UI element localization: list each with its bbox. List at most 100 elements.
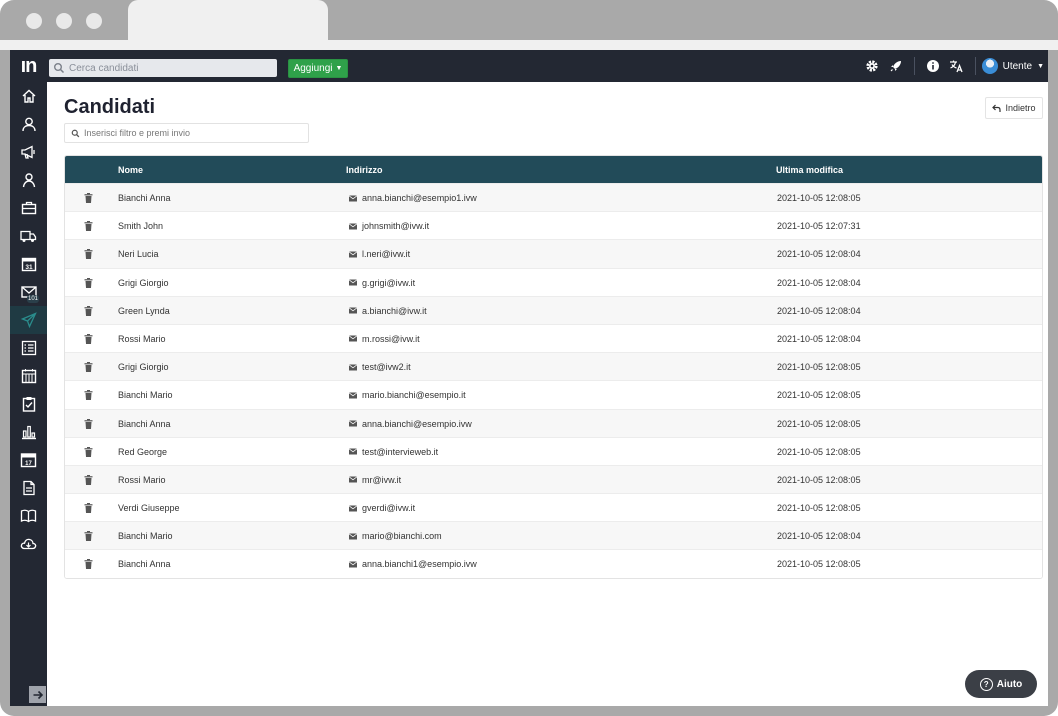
candidate-name[interactable]: Rossi Mario xyxy=(118,475,166,485)
sidebar-item-documents[interactable] xyxy=(10,474,47,502)
search-input[interactable] xyxy=(69,62,269,74)
table-row[interactable]: Grigi Giorgio g.grigi@ivw.it 2021-10-05 12… xyxy=(65,267,1042,296)
candidate-email[interactable]: test@interviewеb.it xyxy=(349,447,438,457)
sidebar-item-agenda[interactable]: 17 xyxy=(10,446,47,474)
launch-button[interactable] xyxy=(884,50,908,82)
delete-button[interactable] xyxy=(84,418,93,431)
delete-button[interactable] xyxy=(84,531,93,543)
delete-button[interactable] xyxy=(84,446,93,459)
candidate-name[interactable]: Verdi Giuseppe xyxy=(118,503,180,513)
candidate-email[interactable]: l.neri@ivw.it xyxy=(349,249,410,259)
send-icon xyxy=(20,312,37,328)
sidebar-item-jobs[interactable] xyxy=(10,194,47,222)
delete-button[interactable] xyxy=(84,390,93,402)
candidate-name[interactable]: Bianchi Mario xyxy=(118,531,173,541)
column-header-modified[interactable]: Ultima modifica xyxy=(776,165,843,175)
sidebar-item-candidates[interactable] xyxy=(10,166,47,194)
candidate-email[interactable]: g.grigi@ivw.it xyxy=(349,278,415,288)
language-button[interactable] xyxy=(945,50,969,82)
sidebar-item-manual[interactable] xyxy=(10,502,47,530)
candidate-name[interactable]: Bianchi Anna xyxy=(118,559,171,569)
settings-button[interactable] xyxy=(860,50,884,82)
sidebar-item-checklist[interactable] xyxy=(10,334,47,362)
window-close-dot[interactable] xyxy=(26,13,42,29)
table-row[interactable]: Verdi Giuseppe gverdi@ivw.it 2021-10-05 12… xyxy=(65,493,1042,522)
candidate-name[interactable]: Grigi Giorgio xyxy=(118,278,169,288)
sidebar-item-schedule[interactable] xyxy=(10,362,47,390)
sidebar-toggle-button[interactable] xyxy=(29,686,46,703)
table-row[interactable]: Bianchi Anna anna.bianchi@esempio1.ivw 202… xyxy=(65,183,1042,212)
user-menu[interactable]: Utente ▼ xyxy=(981,58,1048,74)
candidate-email[interactable]: mario.bianchi@esempio.it xyxy=(349,390,466,400)
candidate-name[interactable]: Bianchi Anna xyxy=(118,193,171,203)
browser-tab[interactable] xyxy=(128,0,328,42)
add-button[interactable]: Aggiungi ▼ xyxy=(288,59,348,78)
candidate-name[interactable]: Bianchi Mario xyxy=(118,390,173,400)
sidebar-item-send[interactable] xyxy=(10,306,47,334)
candidate-email[interactable]: mr@ivw.it xyxy=(349,475,401,485)
table-row[interactable]: Green Lynda a.bianchi@ivw.it 2021-10-05 12… xyxy=(65,295,1042,324)
column-header-name[interactable]: Nome xyxy=(118,165,143,175)
sidebar-item-tasks[interactable] xyxy=(10,390,47,418)
email-text: gverdi@ivw.it xyxy=(362,503,416,514)
sidebar-item-messages[interactable]: 101 xyxy=(10,278,47,306)
candidate-search[interactable] xyxy=(49,59,277,77)
email-text: mr@ivw.it xyxy=(362,474,402,485)
candidate-email[interactable]: anna.bianchi@esempio.ivw xyxy=(349,419,472,429)
candidate-email[interactable]: gverdi@ivw.it xyxy=(349,503,415,513)
calendar-icon: 31 xyxy=(21,257,36,272)
delete-button[interactable] xyxy=(84,277,93,290)
delete-button[interactable] xyxy=(84,305,93,318)
candidate-email[interactable]: anna.bianchi1@esempio.ivw xyxy=(349,559,477,569)
table-row[interactable]: Rossi Mario m.rossi@ivw.it 2021-10-05 12:0… xyxy=(65,323,1042,353)
candidate-email[interactable]: anna.bianchi@esempio1.ivw xyxy=(349,193,477,203)
table-row[interactable]: Bianchi Anna anna.bianchi1@esempio.ivw 202… xyxy=(65,549,1042,578)
info-button[interactable] xyxy=(921,50,945,82)
candidate-name[interactable]: Red George xyxy=(118,447,167,457)
column-header-address[interactable]: Indirizzo xyxy=(346,165,383,175)
window-minimize-dot[interactable] xyxy=(56,13,72,29)
table-row[interactable]: Neri Lucia l.neri@ivw.it 2021-10-05 12:08:… xyxy=(65,239,1042,268)
sidebar-item-downloads[interactable] xyxy=(10,530,47,558)
page-title: Candidati xyxy=(64,96,156,118)
candidate-name[interactable]: Rossi Mario xyxy=(118,334,166,344)
candidate-email[interactable]: a.bianchi@ivw.it xyxy=(349,306,427,316)
table-row[interactable]: Bianchi Mario mario.bianchi@esempio.it 202… xyxy=(65,380,1042,409)
delete-button[interactable] xyxy=(84,474,93,487)
candidate-name[interactable]: Smith John xyxy=(118,221,163,231)
delete-button[interactable] xyxy=(84,559,93,571)
sidebar-item-home[interactable] xyxy=(10,82,47,110)
candidate-name[interactable]: Grigi Giorgio xyxy=(118,362,169,372)
candidate-email[interactable]: m.rossi@ivw.it xyxy=(349,334,420,344)
table-row[interactable]: Bianchi Mario mario@bianchi.com 2021-10-05… xyxy=(65,521,1042,550)
candidate-email[interactable]: johnsmith@ivw.it xyxy=(349,221,429,231)
filter-box[interactable] xyxy=(64,123,309,143)
candidate-email[interactable]: mario@bianchi.com xyxy=(349,531,442,541)
sidebar-item-profile[interactable] xyxy=(10,110,47,138)
table-row[interactable]: Grigi Giorgio test@ivw2.it 2021-10-05 12:0… xyxy=(65,352,1042,381)
help-button[interactable]: ? Aiuto xyxy=(965,670,1037,698)
candidate-name[interactable]: Bianchi Anna xyxy=(118,419,171,429)
candidate-name[interactable]: Neri Lucia xyxy=(118,249,159,259)
filter-input[interactable] xyxy=(84,128,304,138)
candidate-email[interactable]: test@ivw2.it xyxy=(349,362,411,372)
sidebar-item-transport[interactable] xyxy=(10,222,47,250)
candidate-name[interactable]: Green Lynda xyxy=(118,306,170,316)
table-row[interactable]: Smith John johnsmith@ivw.it 2021-10-05 12:… xyxy=(65,211,1042,240)
delete-button[interactable] xyxy=(84,193,93,205)
sidebar-item-calendar[interactable]: 31 xyxy=(10,250,47,278)
delete-button[interactable] xyxy=(84,503,93,515)
table-row[interactable]: Bianchi Anna anna.bianchi@esempio.ivw 2021… xyxy=(65,408,1042,437)
table-row[interactable]: Rossi Mario mr@ivw.it 2021-10-05 12:08:05 xyxy=(65,464,1042,494)
sidebar-item-reports[interactable] xyxy=(10,418,47,446)
back-button[interactable]: Indietro xyxy=(985,97,1043,119)
delete-button[interactable] xyxy=(84,221,93,233)
top-actions: Utente ▼ xyxy=(860,50,1048,82)
table-row[interactable]: Red George test@interviewеb.it 2021-10-05 … xyxy=(65,436,1042,465)
delete-button[interactable] xyxy=(84,249,93,261)
app-logo[interactable]: ın xyxy=(10,50,47,82)
sidebar-item-announcements[interactable] xyxy=(10,138,47,166)
delete-button[interactable] xyxy=(84,333,93,346)
window-maximize-dot[interactable] xyxy=(86,13,102,29)
delete-button[interactable] xyxy=(84,362,93,374)
